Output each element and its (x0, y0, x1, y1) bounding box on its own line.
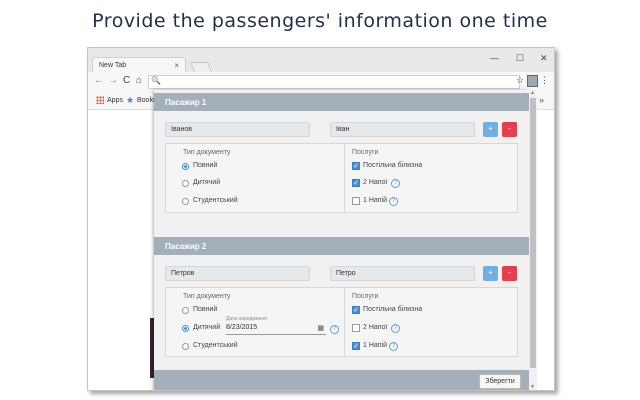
service-2-drinks-label: 2 Напої (363, 179, 388, 186)
address-bar[interactable]: 🔍 (148, 75, 520, 89)
passenger-2-last-name-field[interactable]: Петров (165, 266, 310, 281)
calendar-icon[interactable]: ▦ (317, 324, 324, 332)
menu-icon[interactable]: ⋮ (540, 75, 549, 86)
remove-passenger-button[interactable]: - (502, 266, 517, 281)
title-bar: New Tab × — ☐ ✕ (88, 48, 554, 72)
doc-child-label: Дитячий (193, 179, 221, 186)
service-linen-label: Постільна білизна (363, 162, 423, 169)
birth-date-value: 8/23/2015 (226, 324, 258, 331)
scroll-up-icon[interactable]: ▲ (530, 90, 535, 96)
form-footer: Зберегти (154, 370, 529, 390)
bookmark-star-small-icon: ★ (126, 95, 135, 105)
promo-caption: Provide the passengers' information one … (92, 10, 548, 32)
doc-type-label: Тип документу (183, 293, 231, 300)
minimize-icon[interactable]: — (490, 53, 499, 63)
save-button[interactable]: Зберегти (479, 374, 521, 389)
doc-child-label: Дитячий (193, 324, 221, 331)
help-icon[interactable]: ? (391, 179, 400, 188)
service-linen-label: Постільна білизна (363, 306, 423, 313)
reload-icon[interactable]: C (123, 75, 130, 86)
tab-title: New Tab (99, 62, 127, 69)
browser-toolbar: ← → C ⌂ 🔍 ☆ ⋮ (88, 72, 554, 92)
service-1-drink-checkbox[interactable] (352, 197, 360, 205)
options-divider (344, 144, 345, 212)
doc-student-label: Студентський (193, 197, 238, 204)
passenger-2-header: Пасажир 2 (154, 237, 529, 255)
passenger-form-panel: Пасажир 1 Іванов Іван + - Тип документу … (154, 90, 529, 390)
help-icon[interactable]: ? (391, 324, 400, 333)
remove-passenger-button[interactable]: - (502, 122, 517, 137)
bookmark-apps[interactable]: Apps (107, 97, 123, 104)
scroll-down-icon[interactable]: ▼ (530, 384, 535, 390)
help-icon[interactable]: ? (389, 342, 398, 351)
add-passenger-button[interactable]: + (483, 122, 498, 137)
maximize-icon[interactable]: ☐ (516, 53, 524, 64)
extension-icon[interactable] (527, 75, 538, 87)
doc-child-radio[interactable] (182, 325, 189, 332)
doc-type-label: Тип документу (183, 149, 231, 156)
service-1-drink-label: 1 Напій (363, 197, 388, 204)
doc-full-label: Повний (193, 306, 218, 313)
service-2-drinks-label: 2 Напої (363, 324, 388, 331)
birth-date-input[interactable]: 8/23/2015 ▦ (226, 324, 326, 335)
birth-date-caption: Дата народження (226, 316, 267, 322)
doc-full-label: Повний (193, 162, 218, 169)
doc-full-radio[interactable] (182, 163, 189, 170)
home-icon[interactable]: ⌂ (136, 75, 142, 86)
new-tab-button[interactable] (190, 62, 212, 72)
service-linen-checkbox[interactable]: ✓ (352, 162, 360, 170)
close-window-icon[interactable]: ✕ (540, 53, 548, 64)
help-icon[interactable]: ? (389, 197, 398, 206)
passenger-1-header: Пасажир 1 (154, 93, 529, 111)
doc-child-radio[interactable] (182, 180, 189, 187)
passenger-1-options: Тип документу Повний Дитячий Студентськи… (165, 143, 518, 213)
passenger-2-first-name-field[interactable]: Петро (330, 266, 475, 281)
service-2-drinks-checkbox[interactable]: ✓ (352, 179, 360, 187)
help-icon[interactable]: ? (330, 325, 339, 334)
back-icon[interactable]: ← (94, 75, 104, 86)
options-divider (344, 288, 345, 356)
add-passenger-button[interactable]: + (483, 266, 498, 281)
doc-student-radio[interactable] (182, 343, 189, 350)
service-1-drink-checkbox[interactable]: ✓ (352, 342, 360, 350)
services-label: Послуги (352, 149, 379, 156)
doc-student-radio[interactable] (182, 198, 189, 205)
service-linen-checkbox[interactable]: ✓ (352, 306, 360, 314)
passenger-2-options: Тип документу Повний Дитячий Дата народж… (165, 287, 518, 357)
passenger-1-first-name-field[interactable]: Іван (330, 122, 475, 137)
bookmark-star-icon[interactable]: ☆ (516, 75, 524, 86)
scrollbar-thumb[interactable] (530, 98, 536, 368)
passenger-1-last-name-field[interactable]: Іванов (165, 122, 310, 137)
apps-grid-icon[interactable] (96, 96, 104, 104)
forward-icon[interactable]: → (108, 75, 118, 86)
doc-student-label: Студентський (193, 342, 238, 349)
doc-full-radio[interactable] (182, 307, 189, 314)
service-2-drinks-checkbox[interactable] (352, 324, 360, 332)
browser-tab[interactable]: New Tab × (92, 57, 186, 72)
panel-scrollbar[interactable]: ▲ ▼ (529, 90, 537, 390)
service-1-drink-label: 1 Напій (363, 342, 388, 349)
search-icon: 🔍 (151, 76, 161, 85)
bookmarks-overflow-icon[interactable]: » (539, 95, 544, 105)
browser-window: New Tab × — ☐ ✕ ← → C ⌂ 🔍 ☆ ⋮ Apps ★ Boo… (87, 47, 555, 391)
tab-close-icon[interactable]: × (174, 61, 179, 70)
services-label: Послуги (352, 293, 379, 300)
